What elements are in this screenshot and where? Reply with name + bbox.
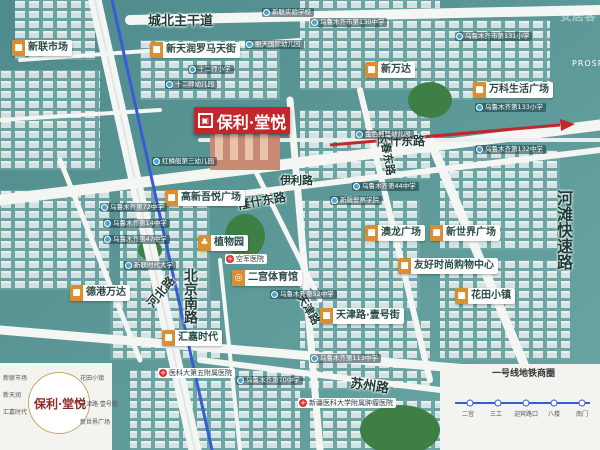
shop-icon: ■ bbox=[398, 258, 411, 274]
shop-icon: ■ bbox=[165, 190, 178, 206]
school-icon bbox=[101, 204, 108, 211]
road-label: 伊利路 bbox=[280, 174, 313, 187]
metro-station: 南门 bbox=[576, 411, 589, 418]
school-icon bbox=[246, 41, 253, 48]
school-label[interactable]: 乌鲁木齐市第131小学 bbox=[455, 32, 533, 41]
school-icon bbox=[271, 291, 278, 298]
poi-label[interactable]: ■ 新天润罗马天街 bbox=[150, 42, 240, 58]
watermark: 安居客 bbox=[560, 9, 597, 23]
school-icon bbox=[476, 146, 483, 153]
school-icon bbox=[456, 33, 463, 40]
school-label[interactable]: 乌鲁木齐第132中学 bbox=[475, 145, 546, 154]
hospital-icon: + bbox=[226, 255, 234, 263]
school-icon bbox=[331, 197, 338, 204]
poi-label[interactable]: ■ 新万达 bbox=[365, 62, 415, 78]
school-icon bbox=[476, 104, 483, 111]
tree-icon: ♣ bbox=[198, 235, 211, 251]
hospital-label[interactable]: + 新疆医科大学附属肿瘤医院 bbox=[298, 398, 396, 408]
legend-item: 汇嘉时代 bbox=[3, 409, 28, 416]
hospital-icon: + bbox=[299, 399, 307, 407]
shop-icon: ■ bbox=[473, 82, 486, 98]
poi-label[interactable]: ■ 天津路·壹号街 bbox=[320, 308, 404, 324]
school-icon bbox=[311, 19, 318, 26]
school-icon bbox=[353, 183, 360, 190]
school-label[interactable]: 乌鲁木齐第70中学 bbox=[236, 376, 303, 385]
logo-icon: ▣ bbox=[197, 113, 213, 128]
school-label[interactable]: 乌鲁木齐第44中学 bbox=[352, 182, 419, 191]
hospital-label[interactable]: + 医科大第五附属医院 bbox=[158, 368, 235, 378]
road-label: 城北主干道 bbox=[148, 14, 214, 29]
school-icon bbox=[153, 158, 160, 165]
school-label[interactable]: 乌鲁木齐市第130中学 bbox=[310, 18, 388, 27]
metro-title: 一号线地铁商圈 bbox=[492, 369, 556, 379]
poi-label[interactable]: ■ 新世界广场 bbox=[430, 225, 500, 241]
school-label[interactable]: 十二师幼儿园 bbox=[165, 80, 217, 89]
hospital-label[interactable]: + 空军医院 bbox=[225, 254, 267, 264]
poi-label[interactable]: ■ 万科生活广场 bbox=[473, 82, 553, 98]
poi-label[interactable]: ■ 澳龙广场 bbox=[365, 225, 425, 241]
school-icon bbox=[189, 66, 196, 73]
shop-icon: ■ bbox=[162, 330, 175, 346]
legend-item: 新联市场 bbox=[3, 375, 28, 382]
metro-station: 八楼 bbox=[548, 411, 561, 418]
legend-item: 新世界广场 bbox=[80, 419, 111, 426]
shop-icon: ■ bbox=[365, 225, 378, 241]
legend-center: 保利·堂悦 bbox=[34, 397, 87, 411]
poi-label[interactable]: ■ 德港万达 bbox=[70, 285, 130, 301]
poi-label[interactable]: ■ 友好时尚购物中心 bbox=[398, 258, 498, 274]
road-label: 北京南路 bbox=[182, 268, 198, 324]
shop-icon: ■ bbox=[430, 225, 443, 241]
legend-item: 天津路·壹号街 bbox=[80, 401, 118, 408]
school-label[interactable]: 红鳞艇第三幼儿园 bbox=[152, 157, 217, 166]
shop-icon: ■ bbox=[70, 285, 83, 301]
shop-icon: ■ bbox=[455, 288, 468, 304]
poi-label[interactable]: ◎ 二宫体育馆 bbox=[232, 270, 302, 286]
metro-station: 迎宾路口 bbox=[514, 411, 539, 418]
project-title: 保利·堂悦 bbox=[216, 112, 287, 132]
poi-label[interactable]: ■ 新联市场 bbox=[12, 40, 72, 56]
school-label[interactable]: 乌鲁木齐第72中学 bbox=[100, 203, 167, 212]
shop-icon: ■ bbox=[150, 42, 163, 58]
road-label: 河滩快速路 bbox=[554, 190, 573, 270]
school-label[interactable]: 乌鲁木齐第14中学 bbox=[103, 219, 170, 228]
school-icon bbox=[263, 9, 270, 16]
school-label[interactable]: 丽天国际幼儿园 bbox=[245, 40, 304, 49]
poi-label[interactable]: ♣ 植物园 bbox=[198, 235, 248, 251]
school-label[interactable]: 金色摇篮幼儿园 bbox=[355, 130, 414, 139]
school-icon bbox=[125, 262, 132, 269]
school-label[interactable]: 乌鲁木齐第113中学 bbox=[310, 354, 381, 363]
metro-station: 三工 bbox=[490, 411, 503, 418]
school-label[interactable]: 新疆警察学院 bbox=[330, 196, 382, 205]
school-icon bbox=[311, 355, 318, 362]
poi-label[interactable]: ■ 花田小镇 bbox=[455, 288, 515, 304]
school-label[interactable]: 十二师小学 bbox=[188, 65, 234, 74]
poi-label[interactable]: ■ 汇嘉时代 bbox=[162, 330, 222, 346]
school-icon bbox=[166, 81, 173, 88]
hospital-icon: + bbox=[159, 369, 167, 377]
shop-icon: ■ bbox=[365, 62, 378, 78]
poi-label[interactable]: 新联时代大学 bbox=[124, 261, 176, 270]
prospect-text: PROSPE bbox=[572, 59, 600, 68]
school-label[interactable]: 新联实验学校 bbox=[262, 8, 314, 17]
school-label[interactable]: 乌鲁木齐第52中学 bbox=[270, 290, 337, 299]
school-icon bbox=[237, 377, 244, 384]
shop-icon: ■ bbox=[12, 40, 25, 56]
school-icon bbox=[104, 220, 111, 227]
shop-icon: ■ bbox=[320, 308, 333, 324]
poi-label[interactable]: ■ 高新吾悦广场 bbox=[165, 190, 245, 206]
legend-item: 花田小镇 bbox=[80, 375, 105, 382]
legend-item: 新天润 bbox=[3, 392, 22, 399]
school-icon bbox=[104, 236, 111, 243]
school-icon bbox=[356, 131, 363, 138]
metro-station: 二宫 bbox=[462, 411, 475, 418]
stadium-icon: ◎ bbox=[232, 270, 245, 286]
school-label[interactable]: 乌鲁木齐第133小学 bbox=[475, 103, 546, 112]
school-label[interactable]: 乌鲁木齐第47中学 bbox=[103, 235, 170, 244]
project-brand-badge[interactable]: ▣ 保利·堂悦 bbox=[194, 107, 290, 134]
